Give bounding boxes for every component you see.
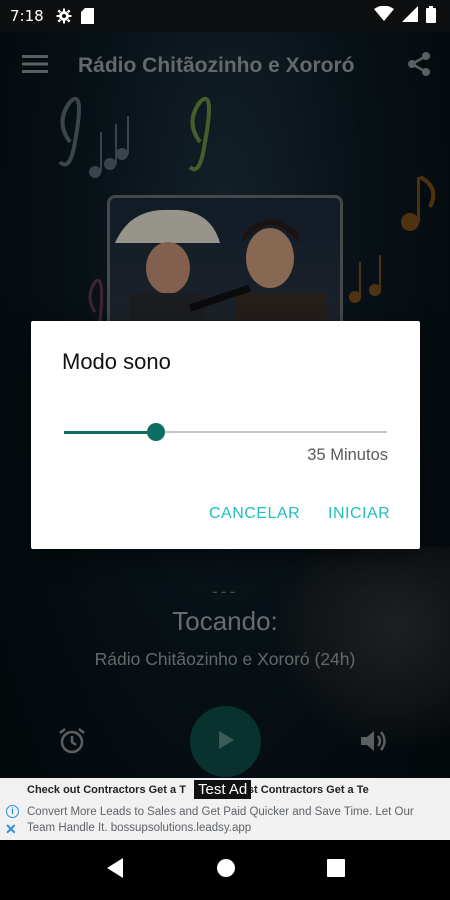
signal-icon — [402, 6, 418, 26]
sd-card-icon — [80, 8, 94, 24]
slider-fill — [64, 430, 157, 434]
ad-close-icon[interactable]: ✕ — [5, 821, 17, 838]
back-icon[interactable] — [105, 857, 125, 883]
wifi-icon — [374, 5, 394, 26]
status-time: 7:18 — [10, 7, 44, 25]
dialog-title: Modo sono — [62, 349, 171, 374]
gear-icon — [56, 8, 72, 24]
slider-value-label: 35 Minutos — [307, 446, 388, 464]
test-ad-label: Test Ad — [194, 780, 252, 799]
sleep-mode-dialog: Modo sono 35 Minutos CANCELAR INICIAR — [31, 321, 420, 549]
status-bar: 7:18 — [0, 0, 450, 32]
start-button[interactable]: INICIAR — [328, 505, 390, 523]
ad-headline-right: st Contractors Get a Te — [247, 784, 369, 796]
ad-info-icon[interactable]: i — [6, 805, 19, 818]
cancel-button[interactable]: CANCELAR — [209, 505, 300, 523]
ad-headline-left: Check out Contractors Get a T — [27, 784, 186, 796]
ad-banner[interactable]: Check out Contractors Get a T st Contract… — [0, 778, 450, 840]
battery-icon — [426, 5, 436, 27]
sleep-timer-slider[interactable] — [64, 422, 387, 442]
slider-thumb[interactable] — [147, 423, 166, 441]
ad-body[interactable]: Convert More Leads to Sales and Get Paid… — [27, 804, 442, 836]
recents-icon[interactable] — [326, 859, 345, 881]
system-nav-bar — [0, 840, 450, 900]
home-icon[interactable] — [216, 858, 236, 882]
